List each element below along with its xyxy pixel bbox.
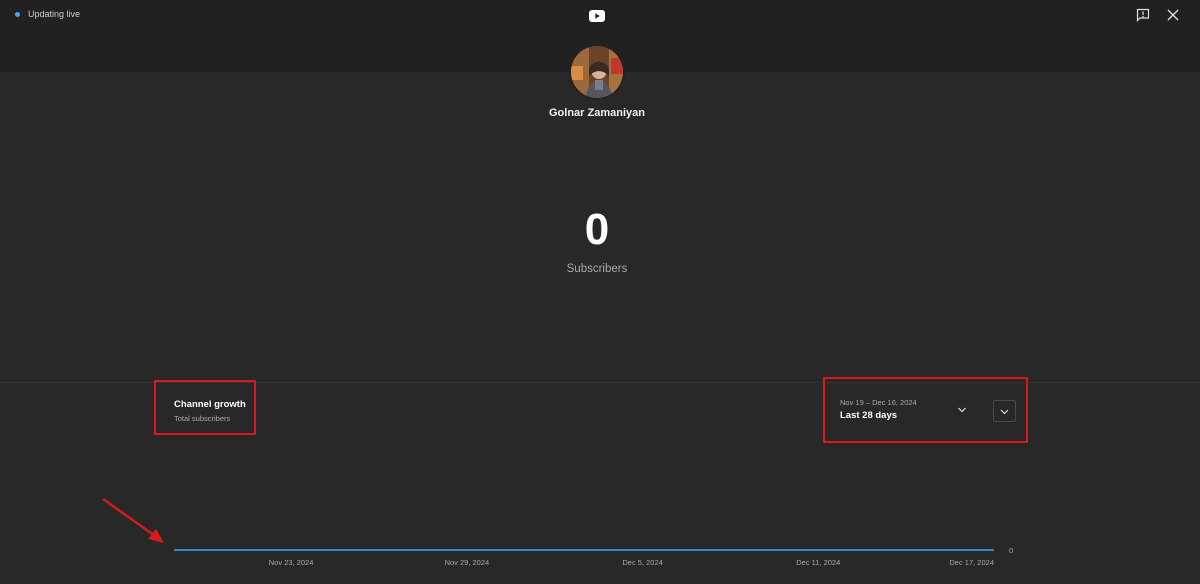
youtube-logo-icon: [589, 10, 605, 22]
subscriber-label: Subscribers: [566, 263, 628, 275]
date-range-dates: Nov 19 – Dec 16, 2024: [840, 398, 917, 407]
expand-button[interactable]: [993, 400, 1016, 422]
x-axis-tick-label: Dec 17, 2024: [949, 558, 994, 567]
channel-growth-header: Channel growth Total subscribers: [154, 380, 256, 435]
avatar: [569, 44, 625, 100]
avatar-image: [571, 46, 623, 98]
date-range-selector[interactable]: Nov 19 – Dec 16, 2024 Last 28 days: [823, 377, 1028, 443]
channel-growth-subtitle: Total subscribers: [174, 414, 231, 423]
x-axis-tick-label: Dec 5, 2024: [622, 558, 662, 567]
close-icon[interactable]: [1166, 8, 1180, 22]
y-axis-tick-label: 0: [1009, 546, 1013, 555]
chevron-down-icon[interactable]: [956, 404, 968, 416]
channel-growth-chart: Nov 23, 2024 Nov 29, 2024 Dec 5, 2024 Dec 1…: [174, 546, 1013, 567]
channel-name: Golnar Zamaniyan: [549, 107, 645, 119]
live-status-label: Updating live: [28, 9, 81, 19]
live-dot-icon: [15, 11, 20, 17]
channel-growth-title: Channel growth: [174, 399, 246, 410]
chevron-down-icon: [1000, 409, 1009, 415]
date-range-label: Last 28 days: [840, 410, 898, 421]
x-axis-tick-label: Nov 23, 2024: [269, 558, 314, 567]
x-axis-tick-label: Nov 29, 2024: [445, 558, 490, 567]
subscriber-count: 0: [584, 205, 610, 254]
feedback-icon[interactable]: [1136, 8, 1150, 22]
x-axis-tick-label: Dec 11, 2024: [796, 558, 840, 567]
live-status: Updating live: [15, 9, 80, 19]
